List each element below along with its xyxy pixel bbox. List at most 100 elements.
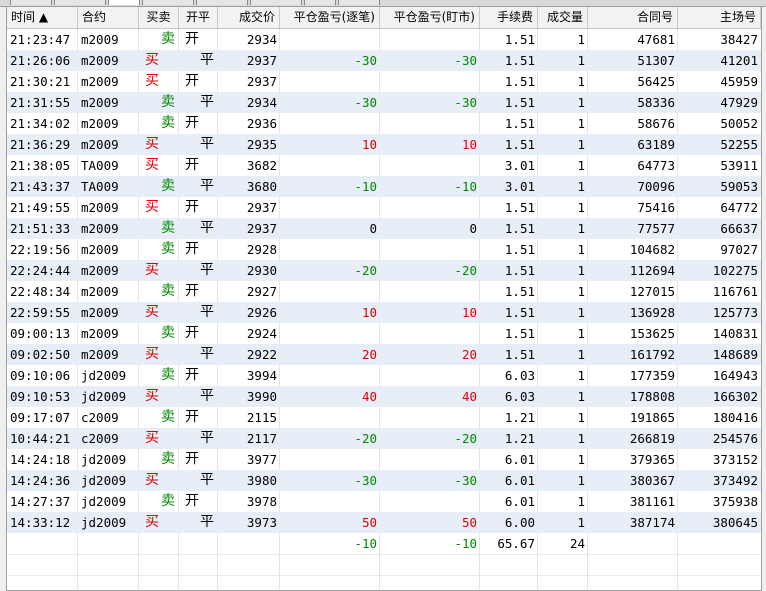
cell-pnl-mark [380,365,480,386]
cell-contract: m2009 [81,305,119,320]
cell-price: 3990 [246,389,277,404]
cell-fee: 1.21 [504,431,535,446]
cell-fee: 1.51 [504,284,535,299]
cell-time: 21:49:55 [10,200,71,215]
table-row[interactable]: 22:48:34 m2009 卖开 2927 1.51 1 127015 116761 [7,281,761,302]
tab-6[interactable] [250,0,302,5]
cell-main-no: 180416 [712,410,758,425]
col-fee-header[interactable]: 手续费 [480,7,538,28]
cell-contract: m2009 [81,200,119,215]
tab-4[interactable] [142,0,194,5]
col-volume-header[interactable]: 成交量 [538,7,588,28]
cell-volume: 1 [577,53,585,68]
cell-side: 卖 [161,241,175,257]
cell-pnl-mark: -30 [454,473,477,488]
cell-fee: 1.51 [504,53,535,68]
cell-price: 2928 [246,242,277,257]
table-row[interactable]: 14:24:18 jd2009 卖开 3977 6.01 1 379365 373152 [7,449,761,470]
cell-main-no: 52255 [720,137,758,152]
col-main-no-header[interactable]: 主场号 [678,7,761,28]
cell-open-close: 平 [200,178,214,194]
cell-contract-no: 161792 [629,347,675,362]
cell-contract: m2009 [81,284,119,299]
table-row[interactable]: 22:59:55 m2009 买 平 2926 10 10 1.51 1 136928 125773 [7,302,761,323]
tab-trades[interactable] [108,0,140,5]
cell-volume: 1 [577,389,585,404]
cell-time: 09:00:13 [10,326,71,341]
cell-price: 2936 [246,116,277,131]
tab-2[interactable] [54,0,106,5]
cell-contract-no: 104682 [629,242,675,257]
col-openclose-header[interactable]: 开平 [179,7,218,28]
cell-volume: 1 [577,200,585,215]
cell-contract: c2009 [81,410,119,425]
col-pnl-mark-header[interactable]: 平仓盈亏(盯市) [380,7,480,28]
cell-pnl-trade [280,491,380,512]
cell-fee: 1.51 [504,137,535,152]
tab-5[interactable] [196,0,248,5]
table-row[interactable]: 22:24:44 m2009 买 平 2930 -20 -20 1.51 1 112694 1022… [7,260,761,281]
table-row[interactable]: 22:19:56 m2009 卖开 2928 1.51 1 104682 97027 [7,239,761,260]
cell-fee: 3.01 [504,179,535,194]
cell-open-close: 开 [185,241,199,257]
cell-pnl-trade: 0 [369,221,377,236]
cell-fee: 6.01 [504,452,535,467]
cell-contract: jd2009 [81,494,127,509]
table-row[interactable]: 21:38:05 TA009 买 开 3682 3.01 1 64773 53911 [7,155,761,176]
cell-volume: 1 [577,284,585,299]
cell-pnl-mark [380,491,480,512]
cell-contract: jd2009 [81,515,127,530]
cell-open-close: 开 [185,409,199,425]
col-pnl-trade-header[interactable]: 平仓盈亏(逐笔) [280,7,380,28]
table-row[interactable]: 09:17:07 c2009 卖开 2115 1.21 1 191865 180416 [7,407,761,428]
cell-pnl-mark [380,239,480,260]
table-row[interactable]: 14:27:37 jd2009 卖开 3978 6.01 1 381161 375938 [7,491,761,512]
tab-1[interactable] [10,0,52,5]
cell-contract: c2009 [81,431,119,446]
table-row[interactable]: 21:30:21 m2009 买 开 2937 1.51 1 56425 45959 [7,71,761,92]
table-row[interactable]: 21:23:47 m2009 卖开 2934 1.51 1 47681 38427 [7,29,761,50]
cell-pnl-trade: 10 [361,137,377,152]
tab-7[interactable] [304,0,336,5]
cell-fee: 1.51 [504,221,535,236]
table-header: 时间 ▲ 合约 买卖 开平 成交价 平仓盈亏(逐笔) 平仓盈亏(盯市) 手续费 … [7,7,761,29]
cell-price: 3980 [246,473,277,488]
table-row[interactable]: 21:34:02 m2009 卖开 2936 1.51 1 58676 50052 [7,113,761,134]
cell-main-no: 59053 [720,179,758,194]
cell-side: 卖 [161,220,175,236]
cell-fee: 1.51 [504,95,535,110]
cell-side: 买 [145,514,159,530]
cell-fee: 6.01 [504,494,535,509]
cell-side: 卖 [161,451,175,467]
col-contract-no-header[interactable]: 合同号 [588,7,678,28]
table-row[interactable]: 09:00:13 m2009 卖开 2924 1.51 1 153625 140831 [7,323,761,344]
table-row[interactable]: 21:49:55 m2009 买 开 2937 1.51 1 75416 64772 [7,197,761,218]
cell-contract: m2009 [81,32,119,47]
cell-main-no: 66637 [720,221,758,236]
table-row[interactable]: 21:51:33 m2009 卖 平 2937 0 0 1.51 1 77577 66637 [7,218,761,239]
cell-fee: 3.01 [504,158,535,173]
col-side-header[interactable]: 买卖 [139,7,179,28]
table-row[interactable]: 14:24:36 jd2009 买 平 3980 -30 -30 6.01 1 380367 373… [7,470,761,491]
table-row[interactable]: 10:44:21 c2009 买 平 2117 -20 -20 1.21 1 266819 2545… [7,428,761,449]
cell-volume: 1 [577,452,585,467]
col-price-header[interactable]: 成交价 [218,7,280,28]
table-row[interactable]: 21:31:55 m2009 卖 平 2934 -30 -30 1.51 1 58336 47929 [7,92,761,113]
table-row[interactable]: 21:26:06 m2009 买 平 2937 -30 -30 1.51 1 51307 41201 [7,50,761,71]
table-row[interactable]: 09:10:06 jd2009 卖开 3994 6.03 1 177359 164943 [7,365,761,386]
cell-contract-no: 70096 [637,179,675,194]
cell-pnl-trade [280,365,380,386]
table-row[interactable]: 21:43:37 TA009 卖 平 3680 -10 -10 3.01 1 70096 59053 [7,176,761,197]
table-row[interactable]: 21:36:29 m2009 买 平 2935 10 10 1.51 1 63189 52255 [7,134,761,155]
cell-contract-no: 380367 [629,473,675,488]
table-row[interactable]: 09:10:53 jd2009 买 平 3990 40 40 6.03 1 178808 16630… [7,386,761,407]
col-contract-header[interactable]: 合约 [78,7,139,28]
tab-8[interactable] [338,0,380,5]
cell-pnl-mark: 20 [461,347,477,362]
cell-side: 买 [145,262,159,278]
cell-contract-no: 177359 [629,368,675,383]
col-time-header[interactable]: 时间 ▲ [7,7,78,28]
table-row[interactable]: 09:02:50 m2009 买 平 2922 20 20 1.51 1 161792 148689 [7,344,761,365]
table-row[interactable]: 14:33:12 jd2009 买 平 3973 50 50 6.00 1 387174 38064… [7,512,761,533]
cell-main-no: 375938 [712,494,758,509]
